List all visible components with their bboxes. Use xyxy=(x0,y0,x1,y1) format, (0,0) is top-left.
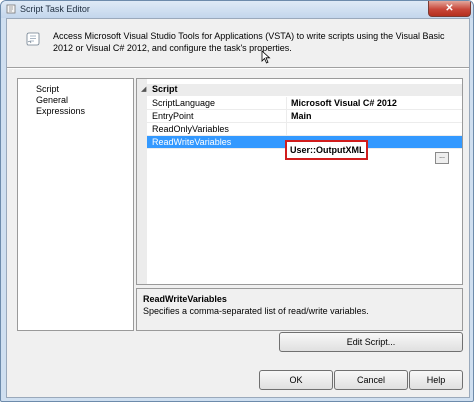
column-divider xyxy=(286,110,287,123)
nav-item-expressions[interactable]: Expressions xyxy=(36,106,85,116)
script-scroll-icon xyxy=(26,32,40,46)
mouse-cursor-icon xyxy=(261,50,271,64)
property-name: EntryPoint xyxy=(152,111,194,121)
description-panel: ReadWriteVariables Specifies a comma-sep… xyxy=(136,288,463,331)
property-grid: ◢ Script ScriptLanguage Microsoft Visual… xyxy=(136,78,463,285)
column-divider xyxy=(286,97,287,110)
close-button[interactable]: ✕ xyxy=(428,1,471,17)
property-name: ScriptLanguage xyxy=(152,98,216,108)
column-divider xyxy=(286,123,287,136)
category-row-script[interactable]: ◢ Script xyxy=(137,84,462,96)
property-name: ReadOnlyVariables xyxy=(152,124,229,134)
header-description: Access Microsoft Visual Studio Tools for… xyxy=(53,31,445,53)
property-value[interactable]: User::OutputXML xyxy=(290,145,365,155)
app-icon xyxy=(6,4,16,14)
property-row-scriptlanguage[interactable]: ScriptLanguage Microsoft Visual C# 2012 xyxy=(147,97,462,110)
help-button[interactable]: Help xyxy=(409,370,463,390)
edit-script-button[interactable]: Edit Script... xyxy=(279,332,463,352)
script-task-editor-window: Script Task Editor ✕ Access Microsoft Vi… xyxy=(0,0,474,402)
property-row-entrypoint[interactable]: EntryPoint Main xyxy=(147,110,462,123)
description-title: ReadWriteVariables xyxy=(143,294,227,304)
nav-item-script[interactable]: Script xyxy=(36,84,59,94)
cancel-button[interactable]: Cancel xyxy=(334,370,408,390)
close-icon: ✕ xyxy=(445,3,454,14)
grid-gutter xyxy=(137,79,147,284)
description-text: Specifies a comma-separated list of read… xyxy=(143,306,369,316)
property-value[interactable]: Microsoft Visual C# 2012 xyxy=(291,98,397,108)
title-bar[interactable]: Script Task Editor ✕ xyxy=(1,1,473,18)
page-list: Script General Expressions xyxy=(17,78,134,331)
nav-item-general[interactable]: General xyxy=(36,95,68,105)
header-divider xyxy=(7,67,469,69)
property-row-readonlyvariables[interactable]: ReadOnlyVariables xyxy=(147,123,462,136)
property-name: ReadWriteVariables xyxy=(152,137,232,147)
window-title: Script Task Editor xyxy=(20,4,90,14)
property-value[interactable]: Main xyxy=(291,111,312,121)
readwritevariables-value-field[interactable]: User::OutputXML xyxy=(285,140,368,160)
ok-button[interactable]: OK xyxy=(259,370,333,390)
collapse-arrow-icon[interactable]: ◢ xyxy=(141,85,146,93)
category-label: Script xyxy=(152,84,178,94)
dialog-body: Access Microsoft Visual Studio Tools for… xyxy=(6,18,470,398)
browse-ellipsis-button[interactable]: ... xyxy=(435,152,449,164)
